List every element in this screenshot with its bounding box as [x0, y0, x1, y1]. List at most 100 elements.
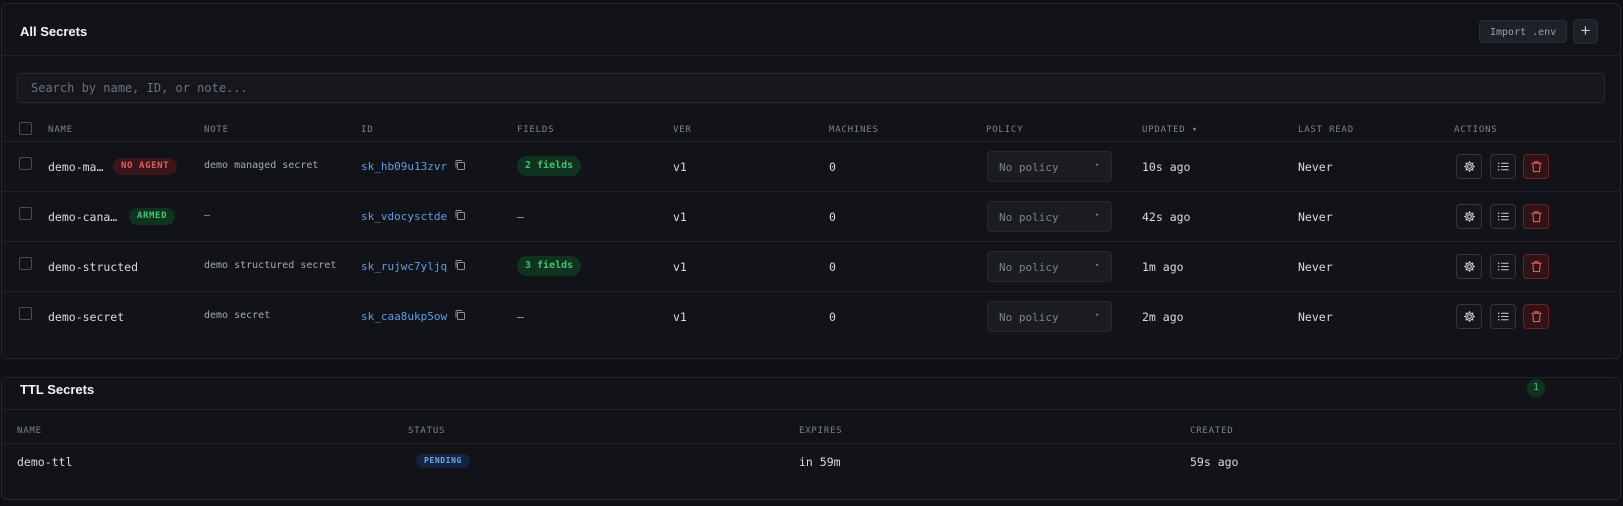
fields-empty: –: [517, 310, 524, 324]
secret-id[interactable]: sk_vdocysctde: [361, 210, 447, 223]
panel-title: All Secrets: [20, 24, 88, 39]
secret-version: v1: [673, 210, 687, 224]
list-icon: [1497, 312, 1509, 321]
policy-value: No policy: [999, 311, 1059, 324]
panel-header: All Secrets Import .env +: [2, 4, 1620, 56]
column-header-fields[interactable]: FIELDS: [517, 125, 554, 135]
details-button[interactable]: [1490, 154, 1516, 179]
row-checkbox[interactable]: [19, 207, 32, 220]
column-header-id[interactable]: ID: [361, 125, 373, 135]
table-row[interactable]: demo-ma… NO AGENT demo managed secret sk…: [2, 141, 1620, 191]
copy-icon[interactable]: [454, 309, 466, 321]
delete-button[interactable]: [1523, 154, 1549, 179]
gear-icon: [1464, 261, 1475, 272]
expires-time: in 59m: [799, 455, 841, 469]
copy-icon[interactable]: [454, 259, 466, 271]
secret-version: v1: [673, 310, 687, 324]
table-row[interactable]: demo-structed demo structured secret sk_…: [2, 241, 1620, 291]
column-header-last-read: LAST READ: [1298, 125, 1354, 135]
column-header-note[interactable]: NOTE: [204, 125, 229, 135]
import-env-button[interactable]: Import .env: [1479, 20, 1568, 43]
policy-value: No policy: [999, 211, 1059, 224]
delete-button[interactable]: [1523, 204, 1549, 229]
updated-time: 10s ago: [1142, 160, 1191, 174]
ttl-count-badge: 1: [1527, 379, 1545, 397]
fields-empty: –: [517, 210, 524, 224]
updated-time: 1m ago: [1142, 260, 1184, 274]
chevron-down-icon: ▾: [1095, 211, 1100, 219]
table-row[interactable]: demo-ttl PENDING in 59m 59s ago: [2, 443, 1620, 483]
copy-icon[interactable]: [454, 159, 466, 171]
secret-note: –: [204, 210, 211, 221]
policy-select[interactable]: No policy ▾: [987, 151, 1112, 182]
details-button[interactable]: [1490, 304, 1516, 329]
row-checkbox[interactable]: [19, 307, 32, 320]
add-secret-button[interactable]: +: [1573, 19, 1598, 44]
updated-time: 2m ago: [1142, 310, 1184, 324]
row-checkbox[interactable]: [19, 257, 32, 270]
column-header-updated[interactable]: UPDATED ▾: [1142, 125, 1198, 135]
details-button[interactable]: [1490, 204, 1516, 229]
secret-name[interactable]: demo-structed: [48, 260, 138, 274]
row-checkbox[interactable]: [19, 157, 32, 170]
gear-icon: [1464, 311, 1475, 322]
trash-icon: [1531, 211, 1542, 223]
column-header-expires: EXPIRES: [799, 426, 843, 436]
table-row[interactable]: demo-secret demo secret sk_caa8ukp5ow – …: [2, 291, 1620, 341]
details-button[interactable]: [1490, 254, 1516, 279]
column-header-machines[interactable]: MACHINES: [829, 125, 879, 135]
machines-count: 0: [829, 310, 836, 324]
secret-name[interactable]: demo-cana…: [48, 210, 117, 224]
column-header-name[interactable]: NAME: [48, 125, 73, 135]
settings-button[interactable]: [1456, 154, 1482, 179]
list-icon: [1497, 212, 1509, 221]
settings-button[interactable]: [1456, 254, 1482, 279]
ttl-secret-name[interactable]: demo-ttl: [17, 455, 72, 469]
copy-icon[interactable]: [454, 209, 466, 221]
settings-button[interactable]: [1456, 204, 1482, 229]
status-badge: NO AGENT: [113, 158, 178, 175]
delete-button[interactable]: [1523, 254, 1549, 279]
list-icon: [1497, 262, 1509, 271]
column-header-name: NAME: [17, 426, 42, 436]
chevron-down-icon: ▾: [1095, 261, 1100, 269]
created-time: 59s ago: [1190, 455, 1239, 469]
machines-count: 0: [829, 210, 836, 224]
column-header-actions: ACTIONS: [1454, 125, 1498, 135]
select-all-checkbox[interactable]: [19, 122, 32, 135]
settings-button[interactable]: [1456, 304, 1482, 329]
policy-select[interactable]: No policy ▾: [987, 251, 1112, 282]
table-row[interactable]: demo-cana… ARMED – sk_vdocysctde – v1 0 …: [2, 191, 1620, 241]
column-header-policy[interactable]: POLICY: [986, 125, 1023, 135]
gear-icon: [1464, 211, 1475, 222]
secret-note: demo structured secret: [204, 260, 337, 271]
policy-select[interactable]: No policy ▾: [987, 201, 1112, 232]
secret-id[interactable]: sk_rujwc7yljq: [361, 260, 447, 273]
gear-icon: [1464, 161, 1475, 172]
secret-id[interactable]: sk_hb09u13zvr: [361, 160, 447, 173]
status-badge: ARMED: [129, 208, 176, 225]
machines-count: 0: [829, 260, 836, 274]
secret-id[interactable]: sk_caa8ukp5ow: [361, 310, 447, 323]
last-read: Never: [1298, 160, 1333, 174]
search-input[interactable]: [17, 73, 1605, 103]
secret-name[interactable]: demo-ma…: [48, 160, 103, 174]
chevron-down-icon: ▾: [1095, 161, 1100, 169]
all-secrets-panel: All Secrets Import .env + NAME NOTE ID F…: [1, 3, 1621, 359]
machines-count: 0: [829, 160, 836, 174]
last-read: Never: [1298, 260, 1333, 274]
secret-name[interactable]: demo-secret: [48, 310, 124, 324]
trash-icon: [1531, 161, 1542, 173]
trash-icon: [1531, 311, 1542, 323]
policy-select[interactable]: No policy ▾: [987, 301, 1112, 332]
divider: [2, 409, 1620, 410]
policy-value: No policy: [999, 161, 1059, 174]
column-header-status: STATUS: [408, 426, 446, 436]
list-icon: [1497, 162, 1509, 171]
column-header-ver[interactable]: VER: [673, 125, 692, 135]
updated-time: 42s ago: [1142, 210, 1191, 224]
secret-version: v1: [673, 260, 687, 274]
secret-note: demo managed secret: [204, 160, 319, 171]
delete-button[interactable]: [1523, 304, 1549, 329]
secret-version: v1: [673, 160, 687, 174]
